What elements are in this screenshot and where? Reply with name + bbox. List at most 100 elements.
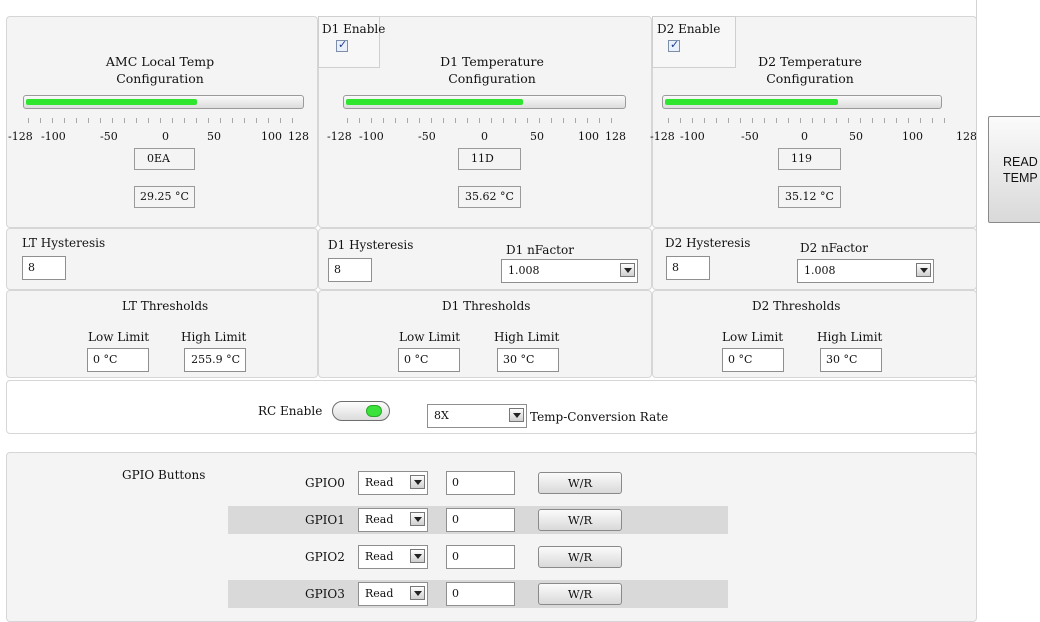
amc-title: AMC Local Temp Configuration	[105, 54, 215, 86]
scale-label: 0	[801, 130, 808, 143]
conversion-rate-select[interactable]: 8X	[427, 404, 527, 428]
scale-label: -128	[327, 130, 352, 143]
toggle-indicator-icon	[366, 405, 382, 417]
d1-title: D1 Temperature Configuration	[440, 54, 544, 86]
scale-label: 100	[578, 130, 599, 143]
d1-hex-readout: 11D	[458, 148, 521, 170]
conversion-rate-label: Temp-Conversion Rate	[530, 410, 669, 424]
gpio-value-input[interactable]: 0	[446, 582, 515, 606]
read-temp-line1: READ	[1003, 155, 1038, 169]
d2-nfactor-value: 1.008	[804, 264, 836, 277]
d1-nfactor-select[interactable]: 1.008	[501, 259, 638, 283]
scale-label: -50	[418, 130, 436, 143]
chevron-down-icon[interactable]	[410, 475, 425, 489]
d1-scale: -128 -100 -50 0 50 100 128	[327, 118, 632, 148]
gpio-wr-button[interactable]: W/R	[538, 509, 622, 531]
chevron-down-icon[interactable]	[410, 512, 425, 526]
gpio-mode-select[interactable]: Read	[358, 471, 428, 495]
gpio-mode-select[interactable]: Read	[358, 582, 428, 606]
lt-thresholds-label: LT Thresholds	[122, 299, 209, 313]
d1-low-limit-input[interactable]: 0 °C	[398, 348, 460, 372]
d1-temp-level-bar	[343, 95, 626, 109]
d2-scale: -128 -100 -50 0 50 100 128	[650, 118, 976, 148]
read-temp-line2: TEMP	[1003, 171, 1038, 185]
gpio-wr-button[interactable]: W/R	[538, 583, 622, 605]
d2-temp-readout: 35.12 °C	[778, 186, 841, 208]
scale-label: -128	[8, 130, 33, 143]
gpio-value-input[interactable]: 0	[446, 471, 515, 495]
d2-hex-readout: 119	[778, 148, 841, 170]
gpio-mode-value: Read	[365, 550, 394, 563]
scale-label: -100	[680, 130, 705, 143]
gpio-mode-select[interactable]: Read	[358, 508, 428, 532]
gpio-mode-value: Read	[365, 476, 394, 489]
amc-temp-readout: 29.25 °C	[134, 186, 195, 208]
d2-enable-label: D2 Enable	[657, 22, 721, 36]
gpio-mode-select[interactable]: Read	[358, 545, 428, 569]
d2-title: D2 Temperature Configuration	[758, 54, 862, 86]
d1-temp-readout: 35.62 °C	[458, 186, 521, 208]
amc-hex-readout: 0EA	[134, 148, 195, 170]
scale-label: 0	[481, 130, 488, 143]
d2-thresholds-label: D2 Thresholds	[752, 299, 841, 313]
lt-high-limit-input[interactable]: 255.9 °C	[184, 348, 246, 372]
chevron-down-icon[interactable]	[620, 263, 635, 277]
d1-nfactor-value: 1.008	[508, 264, 540, 277]
d1-thresholds-label: D1 Thresholds	[442, 299, 531, 313]
d1-hysteresis-input[interactable]: 8	[328, 258, 372, 282]
gpio-value-input[interactable]: 0	[446, 545, 515, 569]
d2-temp-level-fill	[665, 99, 838, 105]
gpio-wr-button[interactable]: W/R	[538, 546, 622, 568]
d2-hysteresis-input[interactable]: 8	[666, 256, 710, 280]
amc-scale: -128 -100 -50 0 50 100 128	[8, 118, 313, 148]
scale-label: 50	[530, 130, 544, 143]
scale-label: -128	[650, 130, 675, 143]
chevron-down-icon[interactable]	[916, 263, 931, 277]
d1-nfactor-label: D1 nFactor	[506, 243, 574, 257]
gpio-name: GPIO2	[305, 550, 345, 564]
d2-enable-checkbox[interactable]	[668, 38, 680, 52]
scale-label: -50	[100, 130, 118, 143]
d2-low-limit-input[interactable]: 0 °C	[722, 348, 784, 372]
d2-high-limit-input[interactable]: 30 °C	[820, 348, 882, 372]
d1-low-limit-label: Low Limit	[399, 330, 461, 344]
scale-label: -100	[41, 130, 66, 143]
lt-hysteresis-input[interactable]: 8	[22, 256, 66, 280]
scale-label: 100	[261, 130, 282, 143]
d1-scale-ticks	[347, 118, 619, 123]
rc-enable-label: RC Enable	[258, 404, 323, 418]
scale-label: -100	[359, 130, 384, 143]
chevron-down-icon[interactable]	[509, 408, 524, 422]
gpio-mode-value: Read	[365, 587, 394, 600]
lt-low-limit-input[interactable]: 0 °C	[87, 348, 149, 372]
conversion-rate-value: 8X	[434, 409, 449, 422]
lt-hysteresis-label: LT Hysteresis	[22, 236, 106, 250]
d2-high-limit-label: High Limit	[817, 330, 883, 344]
gpio-name: GPIO1	[305, 513, 345, 527]
d1-high-limit-input[interactable]: 30 °C	[497, 348, 559, 372]
chevron-down-icon[interactable]	[410, 586, 425, 600]
d1-enable-label: D1 Enable	[322, 22, 386, 36]
gpio-section-label: GPIO Buttons	[122, 468, 206, 482]
gpio-name: GPIO3	[305, 587, 345, 601]
scale-label: 128	[956, 130, 976, 143]
d1-high-limit-label: High Limit	[494, 330, 560, 344]
d2-hysteresis-label: D2 Hysteresis	[665, 236, 751, 250]
read-temp-button[interactable]: READ TEMP	[988, 116, 1040, 223]
lt-low-limit-label: Low Limit	[88, 330, 150, 344]
lt-high-limit-label: High Limit	[181, 330, 247, 344]
scale-label: 128	[288, 130, 309, 143]
chevron-down-icon[interactable]	[410, 549, 425, 563]
amc-temp-level-fill	[26, 99, 197, 105]
d1-enable-checkbox[interactable]	[336, 38, 348, 52]
gpio-name: GPIO0	[305, 476, 345, 490]
scale-label: 0	[162, 130, 169, 143]
rc-enable-toggle[interactable]	[332, 401, 390, 421]
gpio-value-input[interactable]: 0	[446, 508, 515, 532]
d1-hysteresis-label: D1 Hysteresis	[328, 238, 414, 252]
d2-nfactor-select[interactable]: 1.008	[797, 259, 934, 283]
scale-label: -50	[741, 130, 759, 143]
gpio-wr-button[interactable]: W/R	[538, 472, 622, 494]
amc-temp-level-bar	[23, 95, 304, 109]
scale-label: 50	[207, 130, 221, 143]
